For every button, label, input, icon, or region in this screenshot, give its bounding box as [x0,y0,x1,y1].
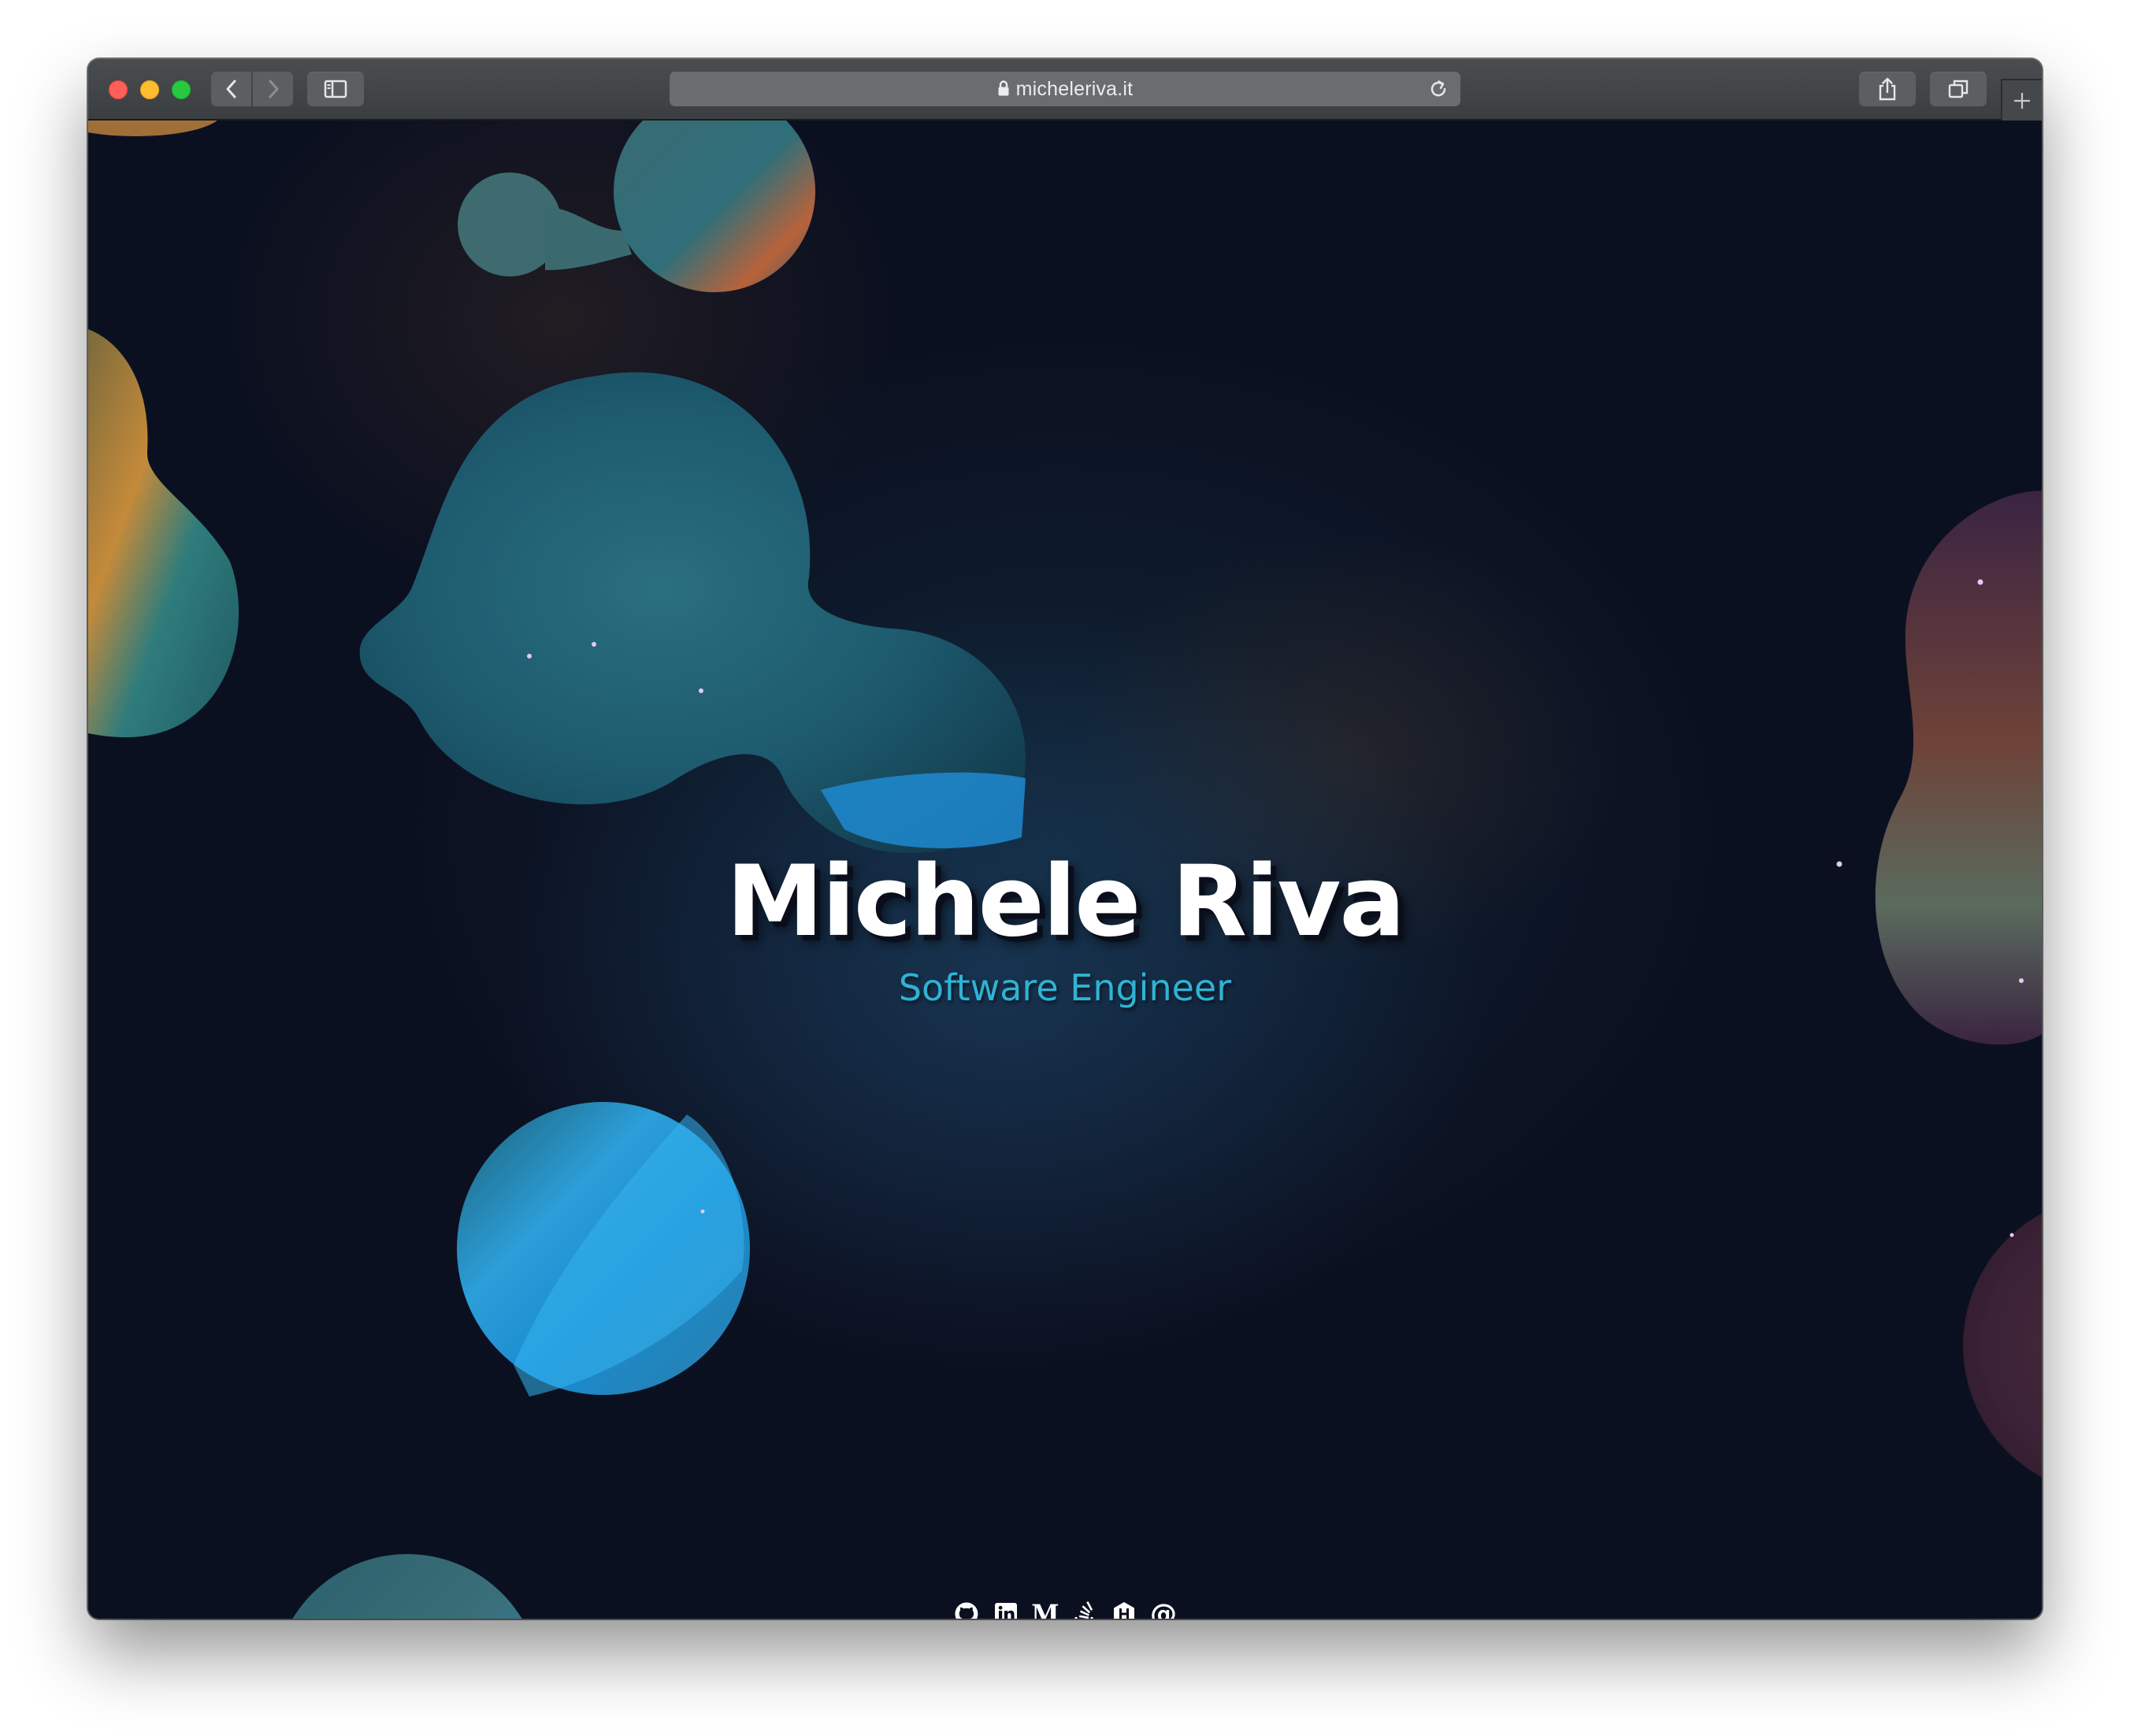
chevron-right-icon [269,80,278,98]
page-content: Michele Riva Software Engineer M @ [88,121,2042,1619]
github-link[interactable] [952,1600,981,1619]
right-purple-circle [1963,1213,2042,1478]
reload-icon [1431,80,1446,97]
orange-corner-blob [88,121,217,136]
tabs-overview-icon [1948,80,1969,98]
hero-subtitle: Software Engineer [898,966,1232,1009]
lock-icon [998,80,1009,95]
medium-link[interactable]: M [1031,1599,1059,1619]
sidebar-icon [324,80,347,98]
forward-button[interactable] [253,72,293,106]
stackoverflow-link[interactable] [1071,1600,1099,1619]
linkedin-link[interactable] [992,1600,1020,1619]
back-button[interactable] [211,72,251,106]
right-purple-blob [1875,491,2042,1045]
new-tab-button[interactable] [2001,79,2042,121]
hero-title: Michele Riva [725,845,1405,959]
share-button[interactable] [1859,72,1916,106]
email-icon: @ [1150,1598,1177,1619]
medium-icon: M [1031,1599,1059,1619]
chevron-left-icon [226,80,236,98]
left-edge-blob [88,329,239,738]
navigation-buttons [211,72,293,106]
github-icon [955,1602,978,1619]
url-text: micheleriva.it [1015,77,1134,100]
plus-icon [2014,92,2030,109]
browser-toolbar: micheleriva.it [88,59,2042,121]
sidebar-toggle-button[interactable] [307,72,364,106]
minimize-window-button[interactable] [140,80,159,99]
social-links: M @ [88,1599,2042,1619]
browser-window: micheleriva.it Michele Riva Software Eng… [88,59,2042,1619]
stackoverflow-icon [1074,1601,1093,1619]
hashnode-icon [1114,1602,1134,1619]
hashnode-link[interactable] [1110,1600,1138,1619]
address-bar[interactable]: micheleriva.it [670,72,1460,106]
email-link[interactable]: @ [1149,1600,1178,1619]
share-icon [1879,77,1896,101]
close-window-button[interactable] [109,80,128,99]
top-double-blob [458,121,815,292]
tabs-overview-button[interactable] [1930,72,1987,106]
teal-peanut-blob [359,372,1026,853]
maximize-window-button[interactable] [172,80,191,99]
linkedin-icon [995,1603,1017,1619]
reload-button[interactable] [1427,78,1449,103]
